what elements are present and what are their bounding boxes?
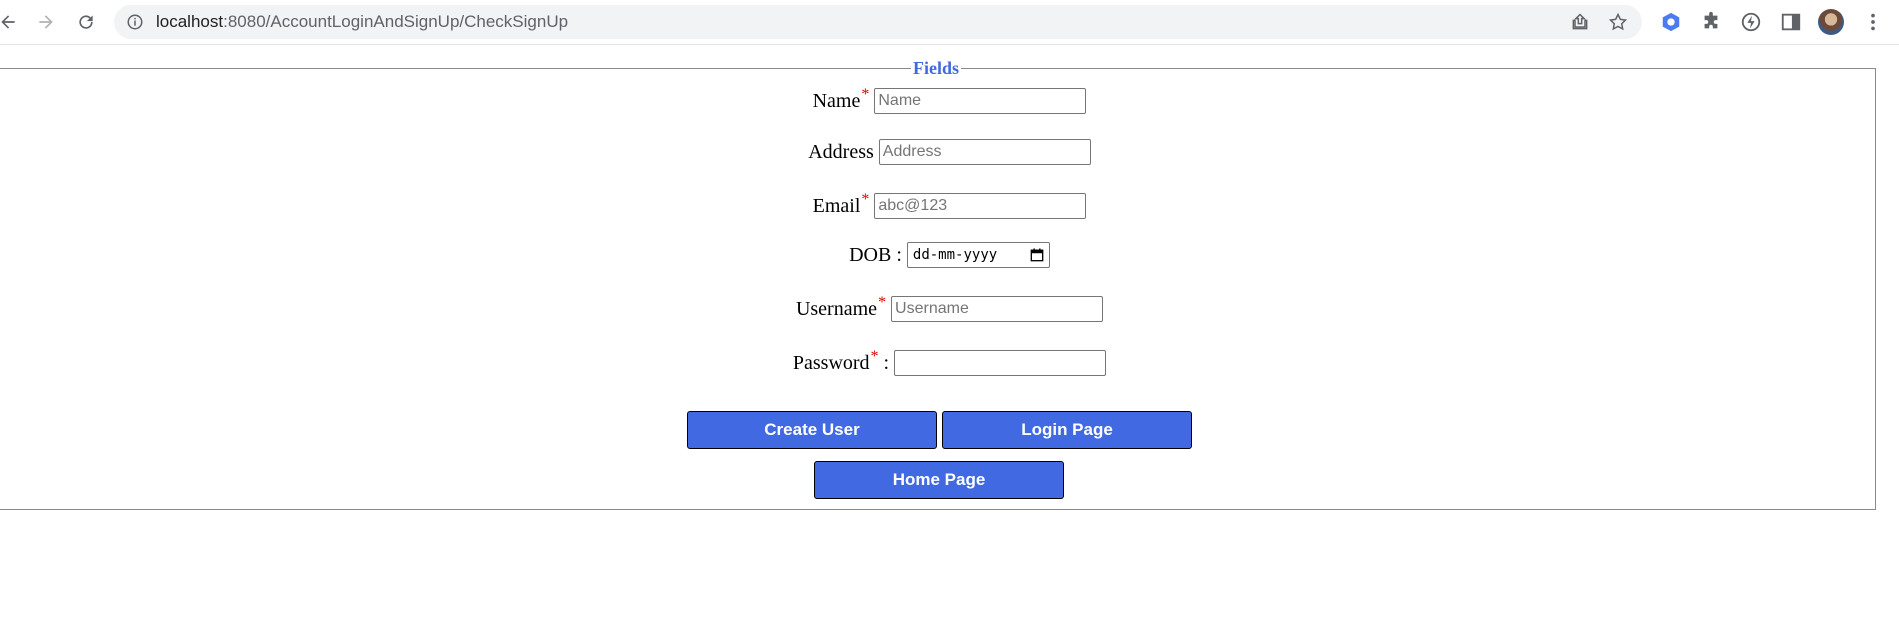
bookmark-star-icon[interactable] [1608,12,1628,32]
email-label: Email* [812,190,870,217]
username-label: Username* [795,293,887,320]
browser-toolbar: localhost:8080/AccountLoginAndSignUp/Che… [0,0,1899,45]
required-mark: * [861,85,870,103]
username-row: Username* [0,293,1899,322]
side-panel-icon[interactable] [1780,11,1802,33]
reload-button[interactable] [70,6,102,38]
required-mark: * [861,190,870,208]
address-row: Address [0,139,1899,165]
url-text[interactable]: localhost:8080/AccountLoginAndSignUp/Che… [156,12,568,32]
name-row: Name* [0,85,1899,114]
create-user-button[interactable]: Create User [687,411,937,449]
address-input[interactable] [878,139,1091,165]
url-path: :8080/AccountLoginAndSignUp/CheckSignUp [223,12,569,31]
extensions-puzzle-icon[interactable] [1700,11,1722,33]
url-host: localhost [156,12,224,31]
login-page-button[interactable]: Login Page [942,411,1192,449]
username-input[interactable] [891,296,1104,322]
performance-icon[interactable] [1740,11,1762,33]
forward-button[interactable] [30,6,62,38]
email-input[interactable] [874,193,1087,219]
calendar-icon[interactable] [1030,248,1044,262]
password-input[interactable] [894,350,1107,376]
fields-legend: Fields [912,58,959,78]
arrow-right-icon [39,15,53,29]
dob-date-input[interactable]: dd-mm-yyyy [906,242,1050,268]
dob-label: DOB : [849,243,902,266]
info-icon[interactable] [126,13,144,31]
fields-fieldset: Fields [0,58,1876,510]
password-label: Password* : [792,347,890,374]
required-mark: * [870,347,879,365]
dob-row: DOB : dd-mm-yyyy [0,242,1899,268]
name-label: Name* [812,85,870,112]
share-icon[interactable] [1570,12,1590,32]
profile-avatar[interactable] [1818,9,1844,35]
name-input[interactable] [874,88,1087,114]
address-bar[interactable]: localhost:8080/AccountLoginAndSignUp/Che… [114,5,1642,39]
arrow-left-icon [1,15,15,29]
password-row: Password* : [0,347,1899,376]
home-page-button[interactable]: Home Page [814,461,1064,499]
reload-icon [79,15,93,29]
dob-placeholder: dd-mm-yyyy [912,247,998,263]
address-label: Address [808,140,874,163]
email-row: Email* [0,190,1899,219]
extension-hexagon-icon[interactable] [1660,11,1682,33]
back-button[interactable] [0,6,24,38]
required-mark: * [878,293,887,311]
menu-kebab-icon[interactable] [1862,11,1884,33]
